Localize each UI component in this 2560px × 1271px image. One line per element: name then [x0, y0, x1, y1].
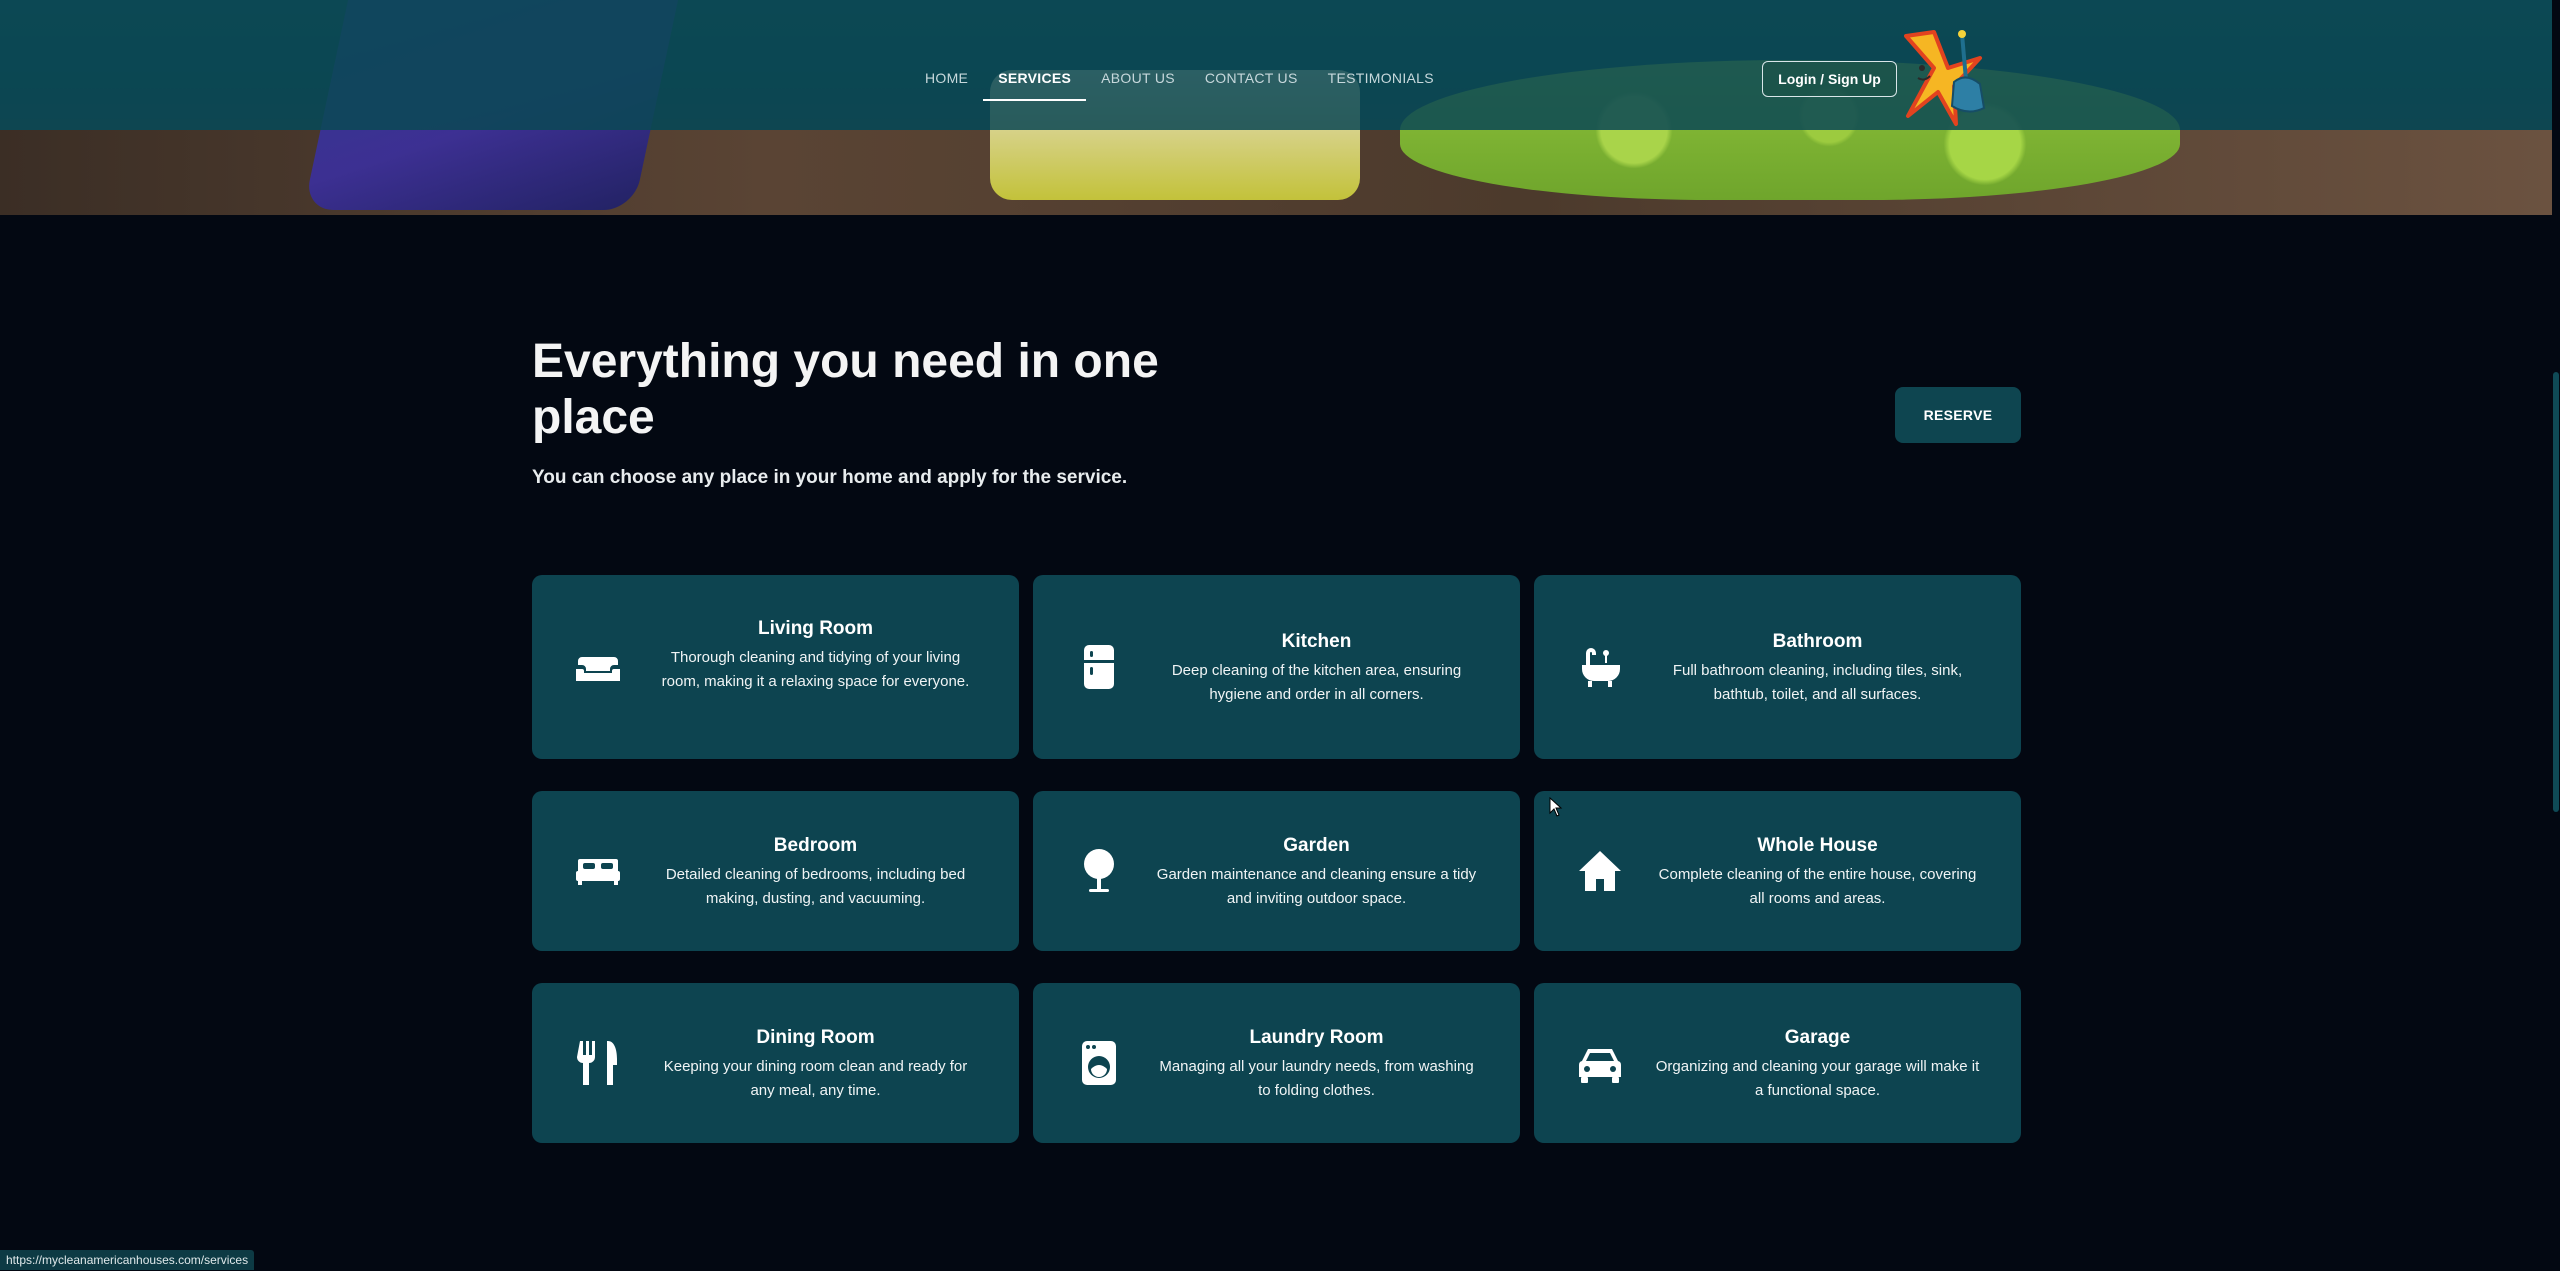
service-title: Bathroom [1772, 631, 1863, 652]
service-title: Kitchen [1281, 631, 1352, 652]
fridge-icon [1075, 643, 1123, 691]
service-card-whole-house[interactable]: Whole House Complete cleaning of the ent… [1534, 791, 2021, 951]
brand-logo[interactable] [1896, 28, 1996, 130]
service-description: Keeping your dining room clean and ready… [663, 1058, 968, 1099]
status-bar-url: https://mycleanamericanhouses.com/servic… [0, 1250, 255, 1270]
service-description: Managing all your laundry needs, from wa… [1159, 1058, 1474, 1099]
service-title: Living Room [757, 618, 874, 639]
logo-mark-icon [1904, 30, 1986, 126]
service-title: Laundry Room [1249, 1027, 1384, 1048]
service-description: Garden maintenance and cleaning ensure a… [1156, 866, 1477, 907]
page: HOME SERVICES ABOUT US CONTACT US TESTIM… [0, 0, 2560, 1271]
service-description: Thorough cleaning and tidying of your li… [661, 649, 970, 690]
bed-icon [574, 847, 622, 895]
service-description: Deep cleaning of the kitchen area, ensur… [1171, 662, 1462, 703]
tree-icon [1075, 847, 1123, 895]
utensils-icon [574, 1039, 622, 1087]
service-title: Dining Room [756, 1027, 875, 1048]
nav-about-us[interactable]: ABOUT US [1086, 62, 1190, 101]
login-signup-button[interactable]: Login / Sign Up [1762, 61, 1897, 97]
reserve-button[interactable]: RESERVE [1895, 387, 2021, 443]
service-card-kitchen[interactable]: Kitchen Deep cleaning of the kitchen are… [1033, 575, 1520, 759]
house-icon [1576, 847, 1624, 895]
service-title: Garage [1784, 1027, 1851, 1048]
service-title: Whole House [1757, 835, 1878, 856]
page-title: Everything you need in one place [532, 335, 1159, 444]
service-card-garage[interactable]: Garage Organizing and cleaning your gara… [1534, 983, 2021, 1143]
service-card-garden[interactable]: Garden Garden maintenance and cleaning e… [1033, 791, 1520, 951]
service-title: Garden [1283, 835, 1350, 856]
service-card-dining-room[interactable]: Dining Room Keeping your dining room cle… [532, 983, 1019, 1143]
scrollbar-thumb[interactable] [2553, 372, 2559, 812]
nav-links: HOME SERVICES ABOUT US CONTACT US TESTIM… [910, 62, 1449, 101]
nav-testimonials[interactable]: TESTIMONIALS [1313, 62, 1449, 101]
service-card-laundry-room[interactable]: Laundry Room Managing all your laundry n… [1033, 983, 1520, 1143]
service-description: Full bathroom cleaning, including tiles,… [1672, 662, 1963, 703]
washing-machine-icon [1075, 1039, 1123, 1087]
nav-contact-us[interactable]: CONTACT US [1190, 62, 1313, 101]
nav-services[interactable]: SERVICES [983, 62, 1087, 101]
service-description: Complete cleaning of the entire house, c… [1658, 866, 1977, 907]
mouse-cursor-icon [1549, 797, 1563, 817]
service-card-bedroom[interactable]: Bedroom Detailed cleaning of bedrooms, i… [532, 791, 1019, 951]
car-icon [1576, 1039, 1624, 1087]
sofa-icon [574, 643, 622, 691]
page-subtitle: You can choose any place in your home an… [532, 467, 1128, 488]
service-card-living-room[interactable]: Living Room Thorough cleaning and tidyin… [532, 575, 1019, 759]
service-card-bathroom[interactable]: Bathroom Full bathroom cleaning, includi… [1534, 575, 2021, 759]
service-description: Organizing and cleaning your garage will… [1655, 1058, 1980, 1099]
service-title: Bedroom [773, 835, 858, 856]
service-description: Detailed cleaning of bedrooms, including… [665, 866, 966, 907]
bathtub-icon [1576, 643, 1624, 691]
nav-home[interactable]: HOME [910, 62, 983, 101]
top-navigation: HOME SERVICES ABOUT US CONTACT US TESTIM… [0, 0, 2552, 130]
